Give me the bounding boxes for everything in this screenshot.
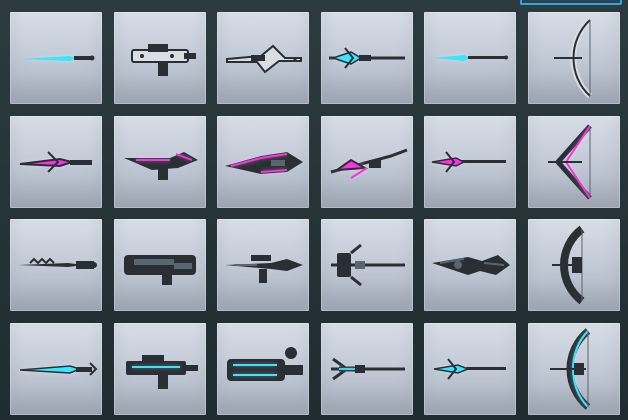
weapon-tile[interactable] xyxy=(217,322,309,415)
weapon-tile[interactable] xyxy=(217,219,309,311)
weapon-tile[interactable] xyxy=(217,115,309,208)
weapon-tile[interactable] xyxy=(527,219,620,311)
white-assault-rifle-icon xyxy=(130,44,196,76)
black-claw-weapon-icon xyxy=(432,255,510,275)
cyan-black-spear-icon xyxy=(433,357,506,380)
magenta-cannon-icon xyxy=(225,151,303,174)
weapon-tile[interactable] xyxy=(320,219,413,311)
black-bow-icon xyxy=(551,225,585,305)
cyan-black-blade-icon xyxy=(19,361,98,376)
weapon-tile[interactable] xyxy=(527,322,620,415)
weapon-tile[interactable] xyxy=(424,219,516,311)
weapon-tile[interactable] xyxy=(113,322,206,415)
black-heavy-launcher-icon xyxy=(123,255,196,285)
cyan-black-trident-icon xyxy=(330,357,405,380)
cyan-plasma-lance-icon xyxy=(328,47,405,69)
cyan-spear-icon xyxy=(434,55,508,61)
weapon-tile[interactable] xyxy=(10,115,102,208)
weapon-tile[interactable] xyxy=(320,322,413,415)
weapon-tile[interactable] xyxy=(113,115,206,208)
weapon-tile[interactable] xyxy=(113,12,206,104)
weapon-tile[interactable] xyxy=(424,115,516,208)
cyan-black-gatling-icon xyxy=(227,346,303,381)
weapon-tile[interactable] xyxy=(113,219,206,311)
white-bow-icon xyxy=(553,17,592,99)
cyan-short-blade-icon xyxy=(22,55,95,61)
magenta-lance-icon xyxy=(330,148,408,179)
weapon-tile[interactable] xyxy=(424,12,516,104)
weapon-tile[interactable] xyxy=(10,219,102,311)
white-long-rifle-icon xyxy=(226,44,302,74)
weapon-tile[interactable] xyxy=(527,115,620,208)
magenta-bow-icon xyxy=(547,123,592,200)
magenta-carbine-icon xyxy=(123,151,198,180)
weapon-grid xyxy=(10,12,620,415)
black-serrated-blade-icon xyxy=(18,257,97,269)
weapon-tile[interactable] xyxy=(527,12,620,104)
magenta-blade-icon xyxy=(19,150,92,173)
black-halberd-icon xyxy=(330,243,405,287)
magenta-spear-icon xyxy=(431,150,506,173)
selection-indicator xyxy=(520,0,622,5)
black-long-rifle-icon xyxy=(225,255,303,283)
weapon-tile[interactable] xyxy=(320,12,413,104)
weapon-tile[interactable] xyxy=(10,12,102,104)
weapon-selection-screen xyxy=(0,0,628,420)
weapon-tile[interactable] xyxy=(217,12,309,104)
cyan-black-assault-rifle-icon xyxy=(125,354,198,389)
weapon-tile[interactable] xyxy=(10,322,102,415)
weapon-tile[interactable] xyxy=(320,115,413,208)
weapon-tile[interactable] xyxy=(424,322,516,415)
cyan-black-bow-icon xyxy=(549,327,590,410)
